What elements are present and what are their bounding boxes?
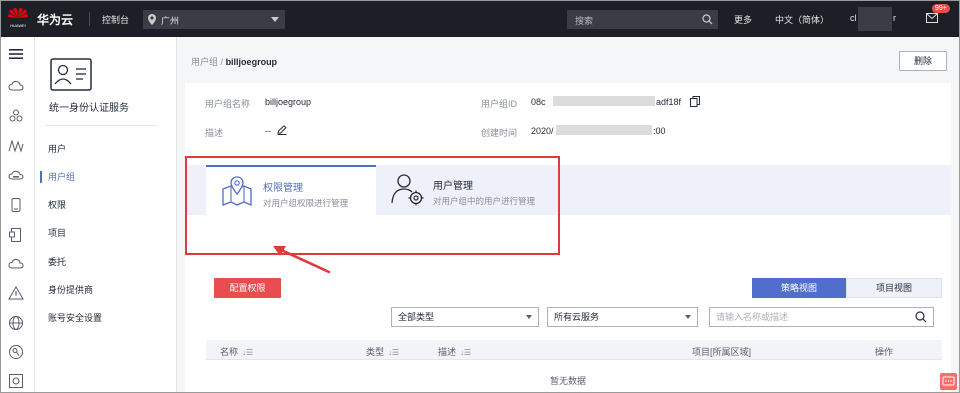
sidebar-item-identity-providers[interactable]: 身份提供商 [48, 283, 93, 296]
sort-icon[interactable]: ↓☰ [388, 348, 399, 357]
column-actions: 操作 [875, 347, 894, 357]
project-view-button[interactable]: 项目视图 [846, 278, 942, 298]
message-count-badge: 99+ [932, 4, 950, 13]
breadcrumb: 用户组 / billjoegroup [191, 55, 277, 68]
globe-icon[interactable] [8, 315, 24, 331]
column-type[interactable]: 类型 ↓☰ [366, 345, 399, 358]
top-bar: HUAWEI 华为云 控制台 广州 搜索 更多 中文（简体） cl r 99+ [1, 1, 959, 37]
chat-icon [942, 376, 955, 386]
edit-icon[interactable] [277, 125, 287, 135]
message-icon[interactable] [926, 13, 938, 23]
console-link[interactable]: 控制台 [102, 13, 129, 26]
sidebar-item-permissions[interactable]: 权限 [48, 198, 66, 211]
cloud-server-icon[interactable] [8, 168, 24, 184]
search-icon[interactable] [702, 14, 713, 25]
menu-icon[interactable] [8, 46, 24, 62]
username-suffix[interactable]: r [893, 13, 896, 23]
search-placeholder: 搜索 [575, 16, 594, 26]
cloud-icon[interactable] [8, 78, 24, 94]
sidebar-item-agencies[interactable]: 委托 [48, 255, 66, 268]
sidebar-item-security-settings[interactable]: 账号安全设置 [48, 311, 102, 324]
chevron-down-icon [526, 315, 532, 319]
service-sidebar: 统一身份认证服务 用户 用户组 权限 项目 委托 身份提供商 账号安全设置 [35, 37, 177, 392]
chevron-down-icon [271, 17, 279, 22]
policy-view-button[interactable]: 策略视图 [752, 278, 846, 298]
region-label: 广州 [161, 16, 180, 26]
cloud-icon[interactable] [8, 256, 24, 272]
key-icon[interactable] [8, 344, 24, 360]
settings-icon[interactable] [8, 373, 24, 389]
column-project: 项目[所属区域] [692, 347, 752, 357]
search-icon[interactable] [915, 311, 927, 323]
select-value: 全部类型 [398, 312, 435, 322]
description-value: -- [265, 126, 271, 136]
sidebar-item-user-groups[interactable]: 用户组 [48, 170, 75, 183]
group-id-prefix: 08c [531, 97, 546, 107]
breadcrumb-current: billjoegroup [225, 57, 278, 67]
cluster-icon[interactable] [8, 108, 24, 124]
delete-button[interactable]: 删除 [899, 51, 947, 71]
chevron-down-icon [685, 315, 691, 319]
chat-button[interactable] [940, 373, 957, 390]
sort-icon[interactable]: ↓☰ [242, 348, 253, 357]
username-redaction [858, 7, 892, 31]
doc-icon[interactable] [8, 227, 24, 243]
logo-text: HUAWEI [10, 23, 26, 28]
column-label: 描述 [438, 347, 457, 357]
global-search-input[interactable]: 搜索 [567, 10, 718, 29]
active-indicator [40, 171, 42, 183]
window: HUAWEI 华为云 控制台 广州 搜索 更多 中文（简体） cl r 99+ … [0, 0, 960, 393]
configure-permissions-button[interactable]: 配置权限 [214, 278, 281, 298]
breadcrumb-parent[interactable]: 用户组 [191, 57, 218, 67]
service-filter-select[interactable]: 所有云服务 [547, 307, 698, 327]
region-selector[interactable]: 广州 [143, 10, 285, 29]
empty-state: 暂无数据 [549, 376, 586, 386]
column-label: 类型 [366, 347, 385, 357]
phone-icon[interactable] [8, 197, 24, 213]
group-id-suffix: adf18f [656, 97, 682, 107]
sort-icon[interactable]: ↓☰ [460, 348, 471, 357]
service-rail [1, 37, 35, 392]
copy-icon[interactable] [690, 96, 700, 107]
location-icon [148, 14, 156, 25]
created-time-suffix: :00 [653, 126, 666, 136]
highlight-box [185, 156, 560, 255]
annotation-arrow-icon [273, 246, 331, 274]
created-time-prefix: 2020/ [531, 126, 554, 136]
divider [45, 125, 157, 126]
select-value: 所有云服务 [554, 312, 600, 322]
column-label: 名称 [220, 347, 239, 357]
group-id-redaction [553, 96, 655, 106]
brand-name[interactable]: 华为云 [37, 11, 73, 28]
chart-icon[interactable] [8, 138, 24, 154]
description-label: 描述 [205, 128, 224, 138]
search-placeholder: 请输入名称或描述 [716, 312, 789, 322]
id-card-icon [50, 58, 92, 91]
created-time-label: 创建时间 [481, 128, 518, 138]
service-title: 统一身份认证服务 [49, 103, 129, 114]
divider [89, 12, 90, 26]
type-filter-select[interactable]: 全部类型 [391, 307, 539, 327]
group-name-value: billjoegroup [265, 97, 312, 107]
more-menu[interactable]: 更多 [734, 13, 752, 26]
warning-icon[interactable] [8, 285, 24, 301]
column-name[interactable]: 名称 ↓☰ [220, 345, 253, 358]
group-id-label: 用户组ID [481, 99, 518, 109]
username-prefix[interactable]: cl [850, 13, 857, 23]
created-time-redaction [556, 125, 652, 135]
language-selector[interactable]: 中文（简体） [775, 13, 829, 26]
sidebar-item-users[interactable]: 用户 [48, 142, 66, 155]
group-name-label: 用户组名称 [205, 99, 251, 109]
column-description[interactable]: 描述 ↓☰ [438, 345, 471, 358]
breadcrumb-separator: / [220, 57, 224, 67]
huawei-logo-icon[interactable]: HUAWEI [7, 6, 29, 30]
table-header: 名称 ↓☰ 类型 ↓☰ 描述 ↓☰ 项目[所属区域] 操作 [206, 340, 942, 360]
sidebar-item-projects[interactable]: 项目 [48, 226, 66, 239]
policy-search-input[interactable]: 请输入名称或描述 [709, 307, 934, 327]
